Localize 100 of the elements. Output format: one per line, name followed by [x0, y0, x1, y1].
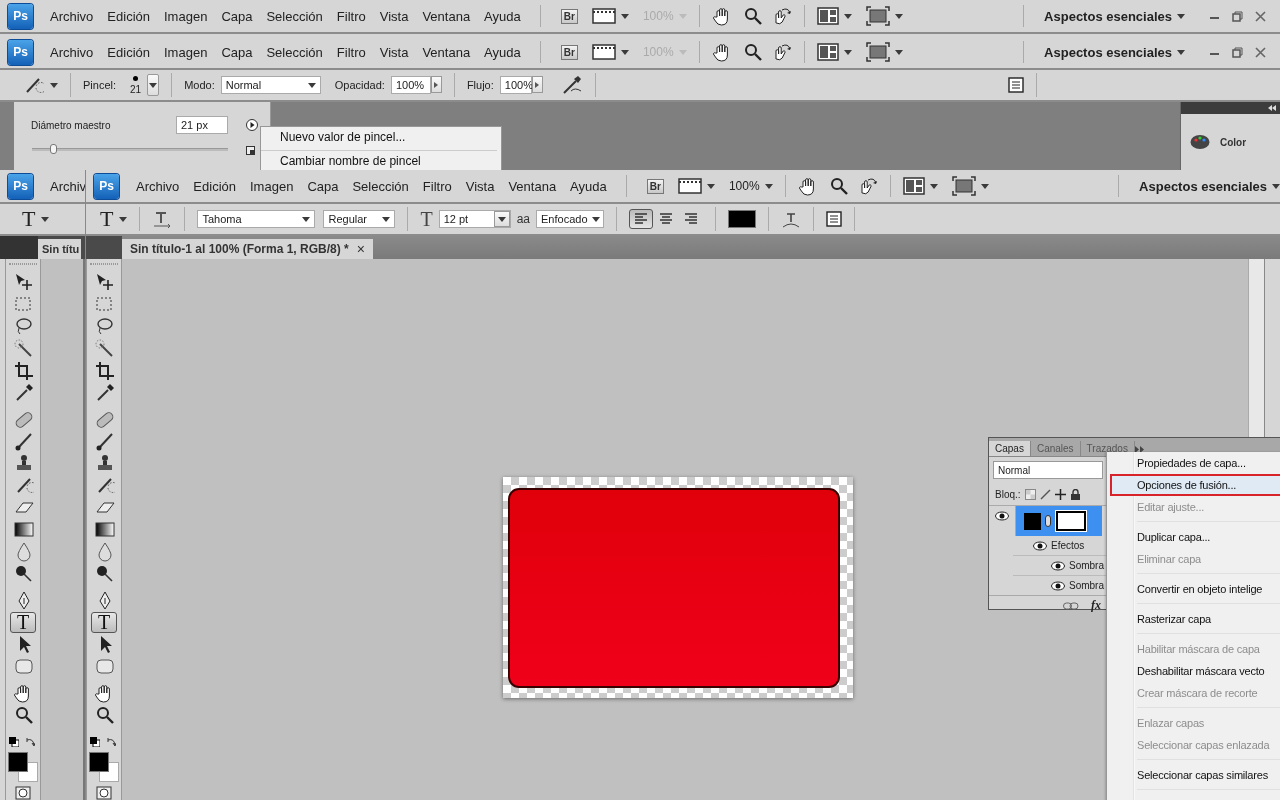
menu-item[interactable]: Edición — [100, 44, 157, 60]
restore-icon[interactable] — [1232, 46, 1243, 58]
app-logo[interactable]: Ps — [8, 39, 33, 65]
close-icon[interactable] — [1255, 10, 1266, 22]
effect-item[interactable]: Sombra — [1069, 580, 1104, 591]
type-tool-button[interactable]: T — [91, 612, 117, 633]
menu-item[interactable]: Seleccionar capas similares — [1107, 764, 1280, 786]
menu-item[interactable]: Edición — [100, 8, 157, 24]
default-colors-icon[interactable] — [90, 737, 100, 747]
caret-icon[interactable] — [1177, 13, 1185, 19]
menu-item[interactable]: Convertir en objeto intelige — [1107, 578, 1280, 600]
arrow-right-icon[interactable] — [434, 81, 439, 88]
antialias-select[interactable]: Enfocado — [536, 210, 605, 228]
blend-mode-select[interactable]: Normal — [993, 461, 1103, 479]
caret-icon[interactable] — [497, 216, 506, 222]
screen-mode-icon[interactable] — [865, 6, 890, 26]
caret-icon[interactable] — [50, 82, 58, 88]
menu-item[interactable]: Capa — [214, 44, 260, 60]
menu-item[interactable]: Imagen — [157, 44, 215, 60]
arrange-documents-icon[interactable] — [816, 43, 839, 61]
menu-item[interactable]: Duplicar capa... — [1107, 526, 1280, 548]
caret-icon[interactable] — [843, 49, 852, 55]
mode-select[interactable]: Normal — [220, 76, 321, 94]
eye-icon[interactable] — [1051, 560, 1065, 571]
swap-colors-icon[interactable] — [25, 737, 35, 747]
app-logo[interactable]: Ps — [94, 173, 119, 199]
menu-item[interactable]: Ventana — [415, 8, 478, 24]
default-colors-icon[interactable] — [9, 737, 19, 747]
caret-icon[interactable] — [41, 216, 50, 222]
film-strip-icon[interactable] — [677, 177, 702, 195]
menu-item[interactable]: Filtro — [415, 178, 459, 194]
caret-icon[interactable] — [843, 13, 852, 19]
menu-item[interactable]: Deshabilitar máscara vecto — [1107, 660, 1280, 682]
caret-icon[interactable] — [149, 82, 158, 88]
caret-icon[interactable] — [620, 13, 629, 19]
caret-icon[interactable] — [706, 183, 715, 189]
arrow-right-icon[interactable] — [535, 81, 540, 88]
film-strip-icon[interactable] — [591, 43, 616, 61]
screen-mode-icon[interactable] — [951, 176, 976, 196]
effects-label[interactable]: Efectos — [1051, 540, 1085, 551]
close-icon[interactable] — [1255, 46, 1266, 58]
text-color-swatch[interactable] — [728, 210, 757, 228]
layer-style-button[interactable]: fx — [1091, 598, 1101, 613]
caret-icon[interactable] — [620, 49, 629, 55]
quick-mask-icon[interactable] — [96, 786, 112, 800]
menu-item[interactable]: Imagen — [157, 8, 215, 24]
menu-item[interactable]: Nuevo valor de pincel... — [261, 127, 497, 151]
diameter-field[interactable]: 21 px — [176, 116, 228, 134]
close-tab-icon[interactable]: × — [356, 241, 365, 257]
eye-icon[interactable] — [995, 511, 1009, 521]
panels-icon[interactable] — [826, 211, 843, 227]
bridge-button[interactable]: Br — [646, 178, 664, 194]
menu-item[interactable]: Rasterizar capa — [1107, 608, 1280, 630]
menu-item[interactable]: Selección — [345, 178, 416, 194]
menu-item[interactable]: Opciones de fusión... — [1110, 474, 1280, 496]
menu-item[interactable]: Filtro — [329, 8, 373, 24]
type-tool-icon[interactable]: T — [100, 206, 114, 232]
caret-icon[interactable] — [302, 216, 311, 222]
menu-item[interactable]: Ayuda — [563, 178, 614, 194]
caret-icon[interactable] — [382, 216, 391, 222]
effect-item[interactable]: Sombra — [1069, 560, 1104, 571]
lock-position-icon[interactable] — [1054, 488, 1066, 500]
panel-item[interactable]: Color — [1220, 136, 1247, 148]
panel-tab[interactable]: Capas — [989, 441, 1031, 456]
menu-item[interactable]: Capa — [214, 8, 260, 24]
arrange-documents-icon[interactable] — [816, 7, 839, 25]
eye-icon[interactable] — [1033, 540, 1047, 551]
brush-picker-button[interactable] — [147, 74, 160, 96]
menu-item[interactable]: Cambiar nombre de pincel — [261, 151, 501, 170]
caret-icon[interactable] — [929, 183, 938, 189]
menu-item[interactable]: Ayuda — [477, 8, 528, 24]
diameter-slider[interactable] — [32, 143, 228, 154]
caret-icon[interactable] — [119, 216, 128, 222]
app-logo[interactable]: Ps — [8, 173, 33, 199]
caret-icon[interactable] — [764, 183, 773, 189]
bridge-button[interactable]: Br — [560, 8, 578, 24]
swap-colors-icon[interactable] — [106, 737, 116, 747]
caret-icon[interactable] — [1177, 49, 1185, 55]
bridge-button[interactable]: Br — [560, 44, 578, 60]
arrange-documents-icon[interactable] — [902, 177, 925, 195]
caret-icon[interactable] — [1272, 183, 1280, 189]
lock-all-icon[interactable] — [1069, 488, 1081, 500]
menu-item[interactable]: Archivo — [43, 44, 101, 60]
caret-icon[interactable] — [307, 82, 316, 88]
workspace-menu[interactable]: Aspectos esenciales — [1044, 8, 1172, 24]
menu-item[interactable]: Vista — [372, 44, 416, 60]
opacity-field[interactable]: 100% — [390, 76, 431, 94]
menu-item[interactable]: Archivo — [43, 8, 101, 24]
menu-item[interactable]: Imagen — [243, 178, 301, 194]
menu-item[interactable]: Edición — [186, 178, 243, 194]
menu-item[interactable]: Ventana — [415, 44, 478, 60]
layer-row[interactable] — [1016, 506, 1102, 536]
menu-item[interactable]: Filtro — [329, 44, 373, 60]
type-tool-icon[interactable]: T — [22, 206, 36, 232]
menu-item[interactable]: Capa — [300, 178, 346, 194]
workspace-menu[interactable]: Aspectos esenciales — [1139, 178, 1267, 194]
menu-item[interactable]: Archivo — [129, 178, 187, 194]
panels-icon[interactable] — [1007, 77, 1024, 93]
flow-slider-button[interactable] — [531, 76, 543, 93]
menu-item[interactable]: Vista — [458, 178, 502, 194]
